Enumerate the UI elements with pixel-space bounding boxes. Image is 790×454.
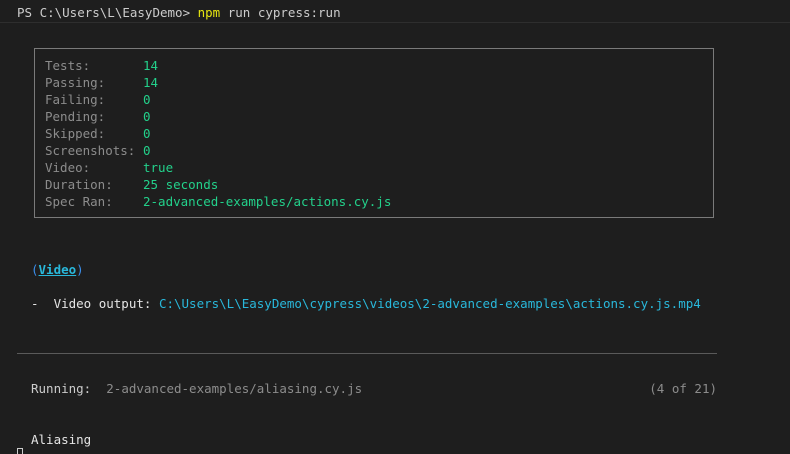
running-count: (4 of 21) — [649, 381, 717, 396]
prompt-separator — [0, 22, 790, 23]
terminal-cursor — [17, 448, 23, 454]
video-heading-open-paren: ( — [31, 262, 39, 277]
running-spec: 2-advanced-examples/aliasing.cy.js — [106, 381, 363, 396]
stat-value-skipped: 0 — [143, 126, 151, 141]
video-output-label: - Video output: — [31, 296, 159, 311]
video-heading-text: Video — [38, 262, 77, 277]
stat-label-pending: Pending: — [45, 109, 106, 124]
stat-value-duration: 25 seconds — [143, 177, 219, 192]
stat-label-spec-ran: Spec Ran: — [45, 194, 113, 209]
prompt-path: PS C:\Users\L\EasyDemo> — [17, 5, 198, 20]
stat-value-passing: 14 — [143, 75, 159, 90]
command-args: run cypress:run — [220, 5, 341, 20]
stat-label-tests: Tests: — [45, 58, 91, 73]
stat-label-duration: Duration: — [45, 177, 113, 192]
stat-value-spec-ran: 2-advanced-examples/actions.cy.js — [143, 194, 392, 209]
video-section-heading: (Video) — [31, 261, 84, 278]
stat-value-failing: 0 — [143, 92, 151, 107]
running-label: Running: — [31, 381, 107, 396]
video-heading-close-paren: ) — [76, 262, 84, 277]
suite-title: Aliasing — [31, 432, 92, 447]
run-results-box: Tests: 14 Passing: 14 Failing: 0 Pending… — [34, 48, 714, 218]
video-output-line: - Video output: C:\Users\L\EasyDemo\cypr… — [31, 295, 701, 312]
stat-label-failing: Failing: — [45, 92, 106, 107]
stat-label-skipped: Skipped: — [45, 126, 106, 141]
running-status-line: Running: 2-advanced-examples/aliasing.cy… — [31, 380, 717, 397]
terminal-prompt-line: PS C:\Users\L\EasyDemo> npm run cypress:… — [17, 4, 341, 21]
stat-value-pending: 0 — [143, 109, 151, 124]
section-divider — [17, 353, 717, 354]
stat-label-passing: Passing: — [45, 75, 106, 90]
stat-value-tests: 14 — [143, 58, 159, 73]
stat-label-video: Video: — [45, 160, 91, 175]
stat-label-screenshots: Screenshots: — [45, 143, 136, 158]
command-npm: npm — [197, 5, 221, 20]
video-output-path[interactable]: C:\Users\L\EasyDemo\cypress\videos\2-adv… — [159, 296, 701, 311]
stat-value-screenshots: 0 — [143, 143, 151, 158]
stat-value-video: true — [143, 160, 174, 175]
